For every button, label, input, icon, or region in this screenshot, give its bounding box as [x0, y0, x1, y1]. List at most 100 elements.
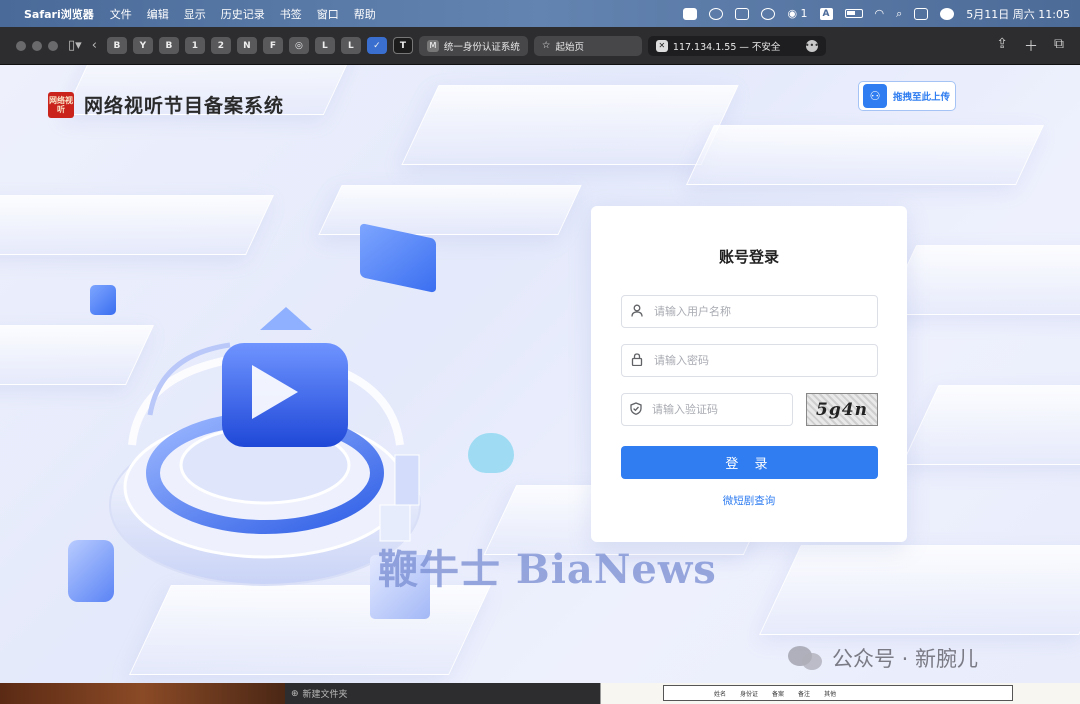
sidebar-toggle-icon[interactable]: ▯▾ — [68, 38, 82, 53]
add-circle-icon[interactable]: ⊕ — [291, 689, 299, 699]
insecure-icon: ✕ — [655, 39, 668, 52]
wechat-account-watermark: 公众号 · 新腕儿 — [788, 643, 978, 673]
wifi-icon[interactable]: ◠ — [875, 7, 885, 20]
more-options-icon[interactable]: ••• — [805, 39, 819, 52]
cloud-sync-icon[interactable] — [761, 7, 776, 20]
favorite-3[interactable]: B — [158, 37, 179, 54]
battery-icon[interactable] — [844, 9, 863, 18]
login-heading: 账号登录 — [718, 248, 779, 266]
back-chevron-icon[interactable]: ‹ — [92, 38, 97, 53]
new-folder-label[interactable]: 新建文件夹 — [303, 687, 348, 700]
doc-col: 备注 — [798, 690, 811, 698]
status-area: ◉ 1 A ◠ ⌕ 5月11日 周六 11:05 — [683, 6, 1070, 22]
drag-upload-button[interactable]: ⚇ 拖拽至此上传 — [858, 81, 956, 111]
tab-auth-system[interactable]: M 统一身份认证系统 — [418, 35, 528, 56]
minimize-window-button[interactable] — [32, 40, 42, 51]
capcut-icon[interactable] — [683, 7, 698, 20]
tab-label: 统一身份认证系统 — [443, 41, 520, 53]
tab-start-page[interactable]: ☆ 起始页 — [533, 35, 642, 56]
web-page: 网络视听 网络视听节目备案系统 ⚇ 拖拽至此上传 账号登录 请输入用户名称 请输… — [0, 65, 1080, 683]
captcha-input[interactable] — [652, 403, 797, 416]
doc-col: 备案 — [772, 690, 785, 698]
baidu-netdisk-icon[interactable] — [709, 7, 724, 20]
menu-bookmarks[interactable]: 书签 — [280, 6, 302, 22]
floating-code-icon — [90, 285, 116, 315]
username-input[interactable] — [654, 305, 877, 318]
bg-slab — [883, 245, 1080, 315]
tab-current-address[interactable]: ✕ 117.134.1.55 — 不安全 ••• — [647, 35, 826, 56]
favorite-7[interactable]: F — [262, 37, 283, 54]
menu-view[interactable]: 显示 — [184, 6, 206, 22]
doc-col: 姓名 — [714, 690, 727, 698]
favorite-6[interactable]: N — [236, 37, 257, 54]
menubar: Safari浏览器 文件 编辑 显示 历史记录 书签 窗口 帮助 ◉ 1 A ◠… — [0, 0, 1080, 27]
site-header: 网络视听 网络视听节目备案系统 — [48, 91, 284, 118]
shield-check-icon — [630, 401, 642, 418]
lock-icon — [630, 352, 644, 369]
page-title: 网络视听节目备案系统 — [84, 95, 285, 117]
login-button[interactable]: 登 录 — [621, 446, 878, 479]
share-icon[interactable]: ⇪ — [996, 36, 1008, 56]
menu-edit[interactable]: 编辑 — [147, 6, 169, 22]
favorite-5[interactable]: 2 — [210, 37, 231, 54]
toolbar-actions: ⇪ ＋ ⧉ — [996, 36, 1072, 56]
wechat-status[interactable]: ◉ 1 — [787, 7, 807, 20]
password-input[interactable] — [654, 354, 877, 367]
desktop-background-strip: ⊕ 新建文件夹 姓名 身份证 备案 备注 其他 — [0, 683, 1080, 704]
tab-label: 起始页 — [555, 41, 584, 53]
captcha-image[interactable]: 5g4n — [806, 393, 878, 426]
doc-col: 其他 — [824, 690, 837, 698]
star-icon: ☆ — [541, 40, 551, 51]
favorite-2[interactable]: Y — [132, 37, 153, 54]
cloud-upload-icon: ⚇ — [863, 84, 887, 108]
app-name[interactable]: Safari浏览器 — [24, 6, 94, 22]
document-table-header: 姓名 身份证 备案 备注 其他 — [663, 685, 1013, 701]
bianews-watermark: 鞭牛士 BiaNews — [378, 546, 717, 593]
bg-slab — [759, 545, 1080, 635]
tab-favicon: M — [426, 39, 439, 52]
menu-file[interactable]: 文件 — [110, 6, 132, 22]
tab-overview-icon[interactable]: ⧉ — [1054, 36, 1064, 56]
zoom-window-button[interactable] — [48, 40, 58, 51]
menu-history[interactable]: 历史记录 — [221, 6, 265, 22]
word-icon[interactable] — [735, 7, 750, 20]
new-tab-icon[interactable]: ＋ — [1024, 36, 1038, 56]
bg-slab — [901, 385, 1080, 465]
favorite-9[interactable]: L — [314, 37, 335, 54]
login-card: 账号登录 5g4n 登 录 微短剧查询 — [591, 206, 907, 542]
control-center-icon[interactable] — [914, 7, 929, 20]
username-field[interactable] — [621, 295, 878, 328]
favorite-10[interactable]: L — [340, 37, 361, 54]
floating-cloud-icon — [468, 433, 514, 473]
micro-drama-query-link[interactable]: 微短剧查询 — [591, 493, 907, 508]
wechat-count: 1 — [800, 7, 808, 20]
doc-col: 身份证 — [740, 690, 759, 698]
siri-icon[interactable] — [940, 7, 955, 20]
window-controls — [16, 40, 58, 51]
bg-slab — [401, 85, 739, 165]
bg-slab — [686, 125, 1044, 185]
user-icon — [630, 304, 644, 320]
finder-bar: ⊕ 新建文件夹 — [285, 683, 600, 704]
input-method-icon[interactable]: A — [819, 7, 833, 20]
menu-window[interactable]: 窗口 — [317, 6, 339, 22]
desktop-wallpaper — [0, 683, 285, 704]
favorite-12[interactable]: T — [392, 37, 413, 54]
favorite-1[interactable]: B — [106, 37, 127, 54]
browser-toolbar: ▯▾ ‹ B Y B 1 2 N F ◎ L L ✓ T M 统一身份认证系统 … — [0, 27, 1080, 65]
datetime[interactable]: 5月11日 周六 11:05 — [966, 6, 1070, 22]
password-field[interactable] — [621, 344, 878, 377]
upload-label: 拖拽至此上传 — [893, 92, 951, 103]
close-window-button[interactable] — [16, 40, 26, 51]
spotlight-icon[interactable]: ⌕ — [896, 7, 902, 21]
background-document: 姓名 身份证 备案 备注 其他 — [600, 683, 1080, 704]
address-text: 117.134.1.55 — 不安全 — [672, 41, 781, 53]
captcha-field[interactable] — [621, 393, 797, 426]
favorite-11[interactable]: ✓ — [366, 37, 387, 54]
wechat-icon: ◉ — [787, 7, 798, 20]
favorite-4[interactable]: 1 — [184, 37, 205, 54]
site-seal-logo: 网络视听 — [48, 91, 74, 118]
floating-user-shield-icon — [68, 540, 114, 602]
menu-help[interactable]: 帮助 — [354, 6, 376, 22]
favorite-8[interactable]: ◎ — [288, 37, 309, 54]
